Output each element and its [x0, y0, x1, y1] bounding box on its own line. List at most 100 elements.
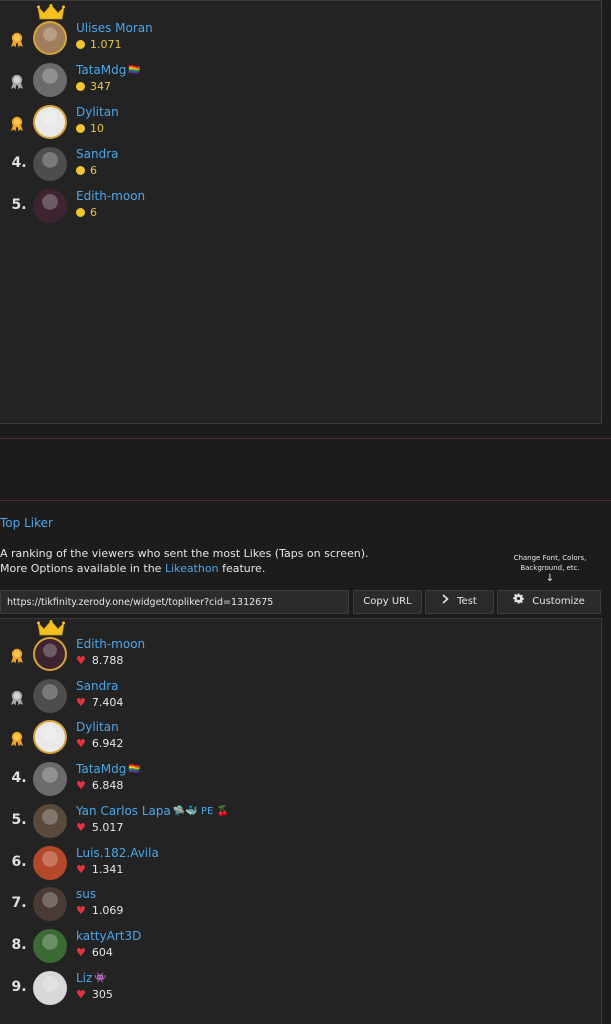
ranking-row: Ulises Moran 1.071 [0, 4, 560, 63]
like-score: ♥ 6.848 [76, 779, 123, 792]
avatar [33, 887, 67, 922]
username[interactable]: kattyArt3D [76, 929, 141, 943]
avatar [33, 147, 67, 181]
rank-number: 8. [11, 936, 27, 953]
gold-medal-icon [9, 648, 25, 664]
avatar [33, 21, 67, 55]
score-value: 6 [90, 164, 97, 177]
bronze-medal-icon [9, 731, 25, 747]
username-text: Ulises Moran [76, 21, 153, 35]
like-score: ♥ 1.069 [76, 904, 123, 917]
arrow-down-icon: ↓ [545, 573, 555, 584]
customize-button[interactable]: Customize [497, 590, 601, 614]
heart-icon: ♥ [76, 820, 86, 834]
username[interactable]: Sandra [76, 679, 118, 693]
ranking-row: 4. Sandra 6 [0, 147, 560, 189]
description-text: feature. [218, 562, 266, 575]
username[interactable]: Ulises Moran [76, 21, 153, 35]
username[interactable]: Dylitan [76, 105, 119, 119]
test-button[interactable]: Test [425, 590, 494, 614]
coin-score: 6 [76, 164, 97, 177]
username-text: TataMdg [76, 762, 127, 777]
rank-number: 4. [11, 770, 27, 787]
username[interactable]: Edith-moon [76, 637, 145, 651]
username-text: Sandra [76, 678, 119, 693]
username[interactable]: TataMdg 🏳️‍🌈 [76, 63, 141, 77]
rank-number: 4. [11, 155, 27, 171]
username[interactable]: Dylitan [76, 720, 119, 734]
username[interactable]: Edith-moon [76, 189, 145, 203]
widget-url-field[interactable]: https://tikfinity.zerody.one/widget/topl… [0, 590, 349, 614]
gold-medal-icon [9, 32, 25, 48]
score-value: 7.404 [91, 695, 124, 709]
avatar [33, 762, 67, 797]
username[interactable]: Liz 👾 [76, 971, 107, 985]
ranking-row: TataMdg 🏳️‍🌈 347 [0, 63, 560, 105]
ranking-row: 5. Yan Carlos Lapa 🛸🐳 PE 🍒 ♥ 5.017 [0, 803, 560, 846]
username-badge: 🏳️‍🌈 [128, 764, 141, 776]
like-score: ♥ 6.942 [76, 737, 123, 750]
customize-label: Customize [532, 596, 585, 607]
username-text: TataMdg [76, 63, 127, 77]
crown-icon [37, 4, 65, 20]
score-value: 1.069 [91, 904, 124, 918]
copy-url-button[interactable]: Copy URL [353, 590, 422, 614]
coin-icon [76, 166, 85, 175]
username-text: Yan Carlos Lapa [76, 803, 171, 818]
avatar [33, 637, 67, 671]
score-value: 1.341 [91, 862, 124, 876]
heart-icon: ♥ [76, 904, 86, 918]
coin-score: 10 [76, 122, 104, 135]
username[interactable]: Yan Carlos Lapa 🛸🐳 PE 🍒 [76, 804, 229, 818]
avatar [33, 845, 67, 880]
score-value: 5.017 [91, 820, 124, 834]
username[interactable]: TataMdg 🏳️‍🌈 [76, 762, 141, 776]
description-line-2: More Options available in the Likeathon … [0, 561, 369, 576]
score-value: 6.848 [91, 779, 124, 793]
like-score: ♥ 604 [76, 946, 113, 959]
score-value: 10 [90, 122, 104, 135]
avatar [33, 63, 67, 97]
avatar [33, 803, 67, 838]
gear-icon [513, 591, 525, 613]
username-badge: 🛸🐳 PE 🍒 [172, 805, 229, 817]
hint-line-1: Change Font, Colors, [513, 554, 587, 562]
username-text: Luis.182.Avila [76, 845, 159, 860]
crown-icon [37, 620, 65, 636]
avatar [33, 928, 67, 963]
username-badge: 🏳️‍🌈 [128, 65, 141, 76]
username[interactable]: Luis.182.Avila [76, 846, 159, 860]
test-label: Test [457, 596, 477, 607]
like-score: ♥ 8.788 [76, 654, 123, 667]
username-text: Liz [76, 970, 93, 985]
score-value: 1.071 [90, 38, 122, 51]
copy-url-label: Copy URL [363, 596, 412, 607]
coin-icon [76, 124, 85, 133]
coin-icon [76, 208, 85, 217]
username[interactable]: sus [76, 887, 96, 901]
username-text: Dylitan [76, 105, 119, 119]
rank-number: 9. [11, 978, 27, 995]
score-value: 347 [90, 80, 111, 93]
coin-score: 347 [76, 80, 111, 93]
description-line-1: A ranking of the viewers who sent the mo… [0, 547, 369, 560]
avatar [33, 970, 67, 1005]
username[interactable]: Sandra [76, 147, 118, 161]
coin-score: 1.071 [76, 38, 122, 51]
likeathon-link[interactable]: Likeathon [165, 562, 219, 575]
avatar [33, 678, 67, 713]
divider [0, 438, 611, 439]
score-value: 305 [91, 987, 113, 1001]
username-text: sus [76, 887, 97, 902]
chevron-right-icon [442, 591, 449, 613]
username-text: Edith-moon [76, 637, 146, 651]
heart-icon: ♥ [76, 737, 86, 751]
score-value: 6 [90, 206, 97, 219]
heart-icon: ♥ [76, 654, 86, 667]
customize-hint: Change Font, Colors, Background, etc. ↓ [500, 553, 600, 584]
score-value: 8.788 [91, 654, 124, 667]
rank-number: 5. [11, 197, 27, 213]
username-text: Dylitan [76, 720, 119, 735]
rank-number: 5. [11, 811, 27, 828]
ranking-row: 7. sus ♥ 1.069 [0, 887, 560, 929]
